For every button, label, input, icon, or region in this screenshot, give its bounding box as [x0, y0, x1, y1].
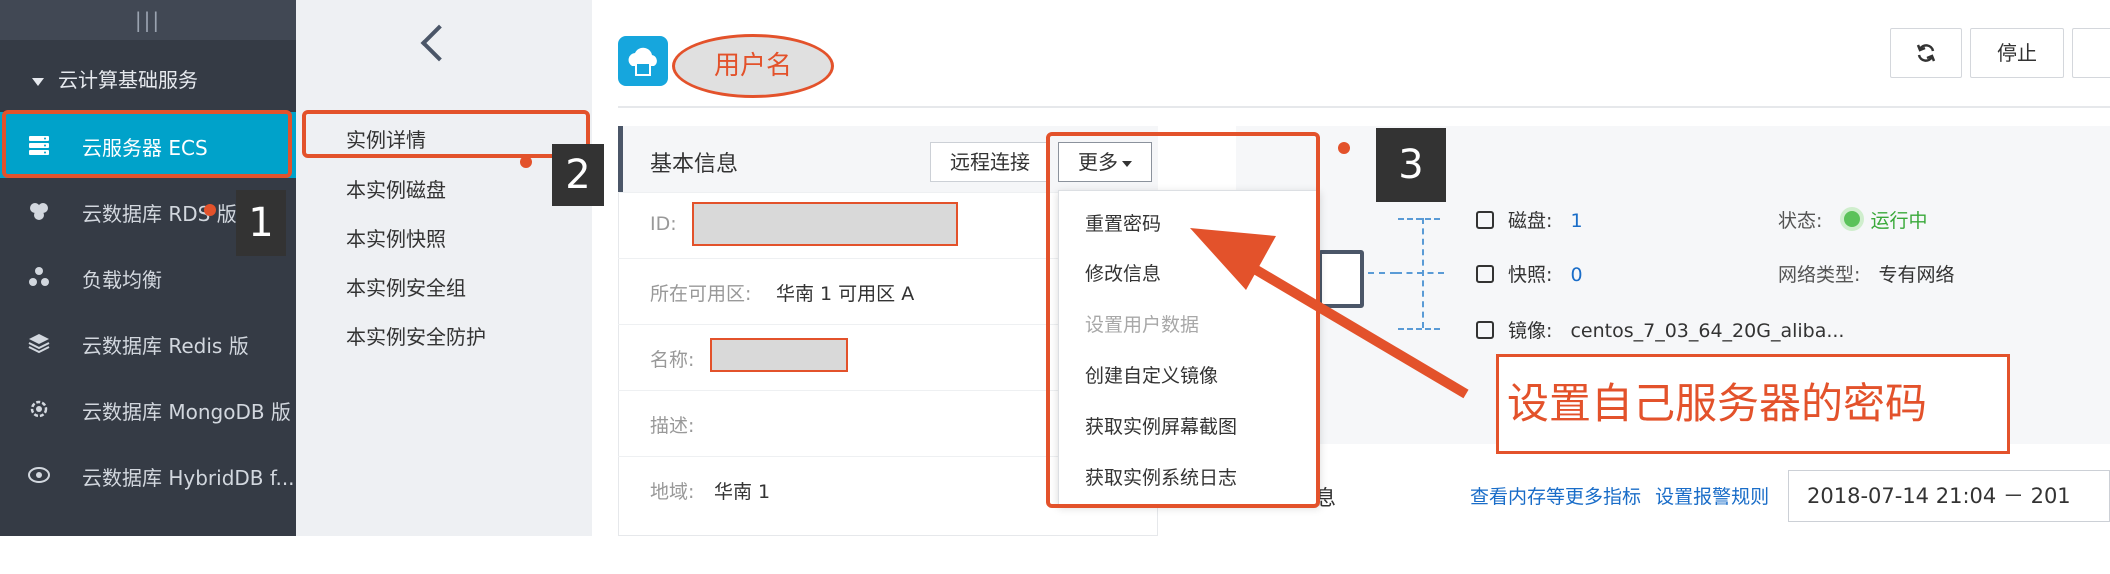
annotation-callout: 设置自己服务器的密码 [1496, 354, 2010, 454]
annotation-arrow [1190, 228, 1469, 399]
